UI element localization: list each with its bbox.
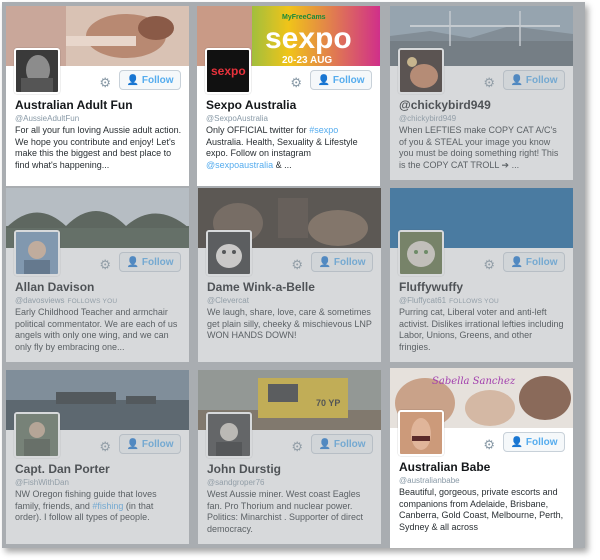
gear-icon[interactable]: ⚙ [99, 76, 111, 90]
avatar[interactable] [206, 230, 252, 276]
user-handle[interactable]: @FishWithDan [15, 478, 183, 487]
follow-button[interactable]: 👤 Follow [503, 252, 565, 272]
avatar-logo-text: sexpo [211, 64, 246, 78]
user-handle[interactable]: @davosviews FOLLOWS YOU [15, 296, 183, 305]
mention-link[interactable]: @sexpoaustralia [206, 160, 273, 170]
gear-icon[interactable]: ⚙ [291, 258, 303, 272]
user-name[interactable]: John Durstig [207, 462, 375, 476]
user-card: 70 YP ⚙ 👤 Follow John Durstig @sandgroper… [198, 370, 381, 544]
follow-button[interactable]: 👤 Follow [311, 434, 373, 454]
follow-button[interactable]: 👤 Follow [119, 70, 181, 90]
banner-title-text: sexpo [265, 22, 352, 55]
follow-button[interactable]: 👤 Follow [310, 70, 372, 90]
user-card: Sabella Sanchez ⚙ 👤 Follow Australian Bab… [390, 368, 573, 548]
user-card: ⚙ 👤 Follow Fluffywuffy @Fluffycat61 FOLLOW… [390, 188, 573, 362]
user-bio: Early Childhood Teacher and armchair pol… [15, 307, 178, 352]
hashtag-link[interactable]: #sexpo [309, 125, 338, 135]
add-person-icon: 👤 [510, 256, 523, 268]
follow-button[interactable]: 👤 Follow [311, 252, 373, 272]
add-person-icon: 👤 [126, 74, 139, 86]
user-name[interactable]: Capt. Dan Porter [15, 462, 183, 476]
user-card: ⚙ 👤 Follow @chickybird949 @chickybird949 … [390, 6, 573, 180]
add-person-icon: 👤 [126, 438, 139, 450]
user-bio: We laugh, share, love, care & sometimes … [207, 307, 372, 340]
user-name[interactable]: Australian Babe [399, 460, 567, 474]
hashtag-link[interactable]: #fishing [92, 501, 123, 511]
user-handle[interactable]: @SexpoAustralia [206, 114, 374, 123]
user-handle[interactable]: @Clevercat [207, 296, 375, 305]
follows-you-badge: FOLLOWS YOU [449, 298, 499, 305]
follow-suggestions-grid: ⚙ 👤 Follow Australian Adult Fun @AussieAd… [2, 2, 585, 548]
add-person-icon: 👤 [318, 438, 331, 450]
user-card: ⚙ 👤 Follow Dame Wink-a-Belle @Clevercat W… [198, 188, 381, 362]
user-card: MyFreeCams sexpo 20-23 AUG sexpo ⚙ 👤 Foll… [197, 6, 380, 186]
user-handle[interactable]: @chickybird949 [399, 114, 567, 123]
user-bio: For all your fun loving Aussie adult act… [15, 125, 182, 170]
add-person-icon: 👤 [510, 436, 523, 448]
user-handle[interactable]: @AussieAdultFun [15, 114, 183, 123]
user-name[interactable]: Dame Wink-a-Belle [207, 280, 375, 294]
user-name[interactable]: Australian Adult Fun [15, 98, 183, 112]
banner-script-text: Sabella Sanchez [432, 376, 516, 387]
user-card: ⚙ 👤 Follow Australian Adult Fun @AussieAd… [6, 6, 189, 186]
follow-button[interactable]: 👤 Follow [503, 432, 565, 452]
gear-icon[interactable]: ⚙ [99, 440, 111, 454]
add-person-icon: 👤 [318, 256, 331, 268]
user-name[interactable]: Sexpo Australia [206, 98, 374, 112]
avatar[interactable] [398, 48, 444, 94]
gear-icon[interactable]: ⚙ [483, 438, 495, 452]
user-name[interactable]: Fluffywuffy [399, 280, 567, 294]
user-card: ⚙ 👤 Follow Capt. Dan Porter @FishWithDan … [6, 370, 189, 544]
banner-logo-text: MyFreeCams [282, 14, 326, 21]
gear-icon[interactable]: ⚙ [483, 76, 495, 90]
user-card: ⚙ 👤 Follow Allan Davison @davosviews FOLLO… [6, 188, 189, 362]
gear-icon[interactable]: ⚙ [99, 258, 111, 272]
user-name[interactable]: Allan Davison [15, 280, 183, 294]
avatar[interactable] [398, 410, 444, 456]
avatar[interactable] [14, 230, 60, 276]
user-handle[interactable]: @australianbabe [399, 476, 567, 485]
user-bio: When LEFTIES make COPY CAT A/C's of you … [399, 125, 559, 170]
add-person-icon: 👤 [510, 74, 523, 86]
gear-icon[interactable]: ⚙ [483, 258, 495, 272]
avatar[interactable] [14, 48, 60, 94]
user-handle[interactable]: @sandgroper76 [207, 478, 375, 487]
banner-dates-text: 20-23 AUG [282, 55, 332, 66]
avatar[interactable] [14, 412, 60, 458]
user-name[interactable]: @chickybird949 [399, 98, 567, 112]
user-bio: Beautiful, gorgeous, private escorts and… [399, 487, 564, 532]
follow-button[interactable]: 👤 Follow [119, 252, 181, 272]
gear-icon[interactable]: ⚙ [291, 440, 303, 454]
add-person-icon: 👤 [317, 74, 330, 86]
follows-you-badge: FOLLOWS YOU [67, 298, 118, 305]
banner-truck-number: 70 YP [316, 398, 340, 408]
avatar[interactable] [398, 230, 444, 276]
user-bio: Purring cat, Liberal voter and anti-left… [399, 307, 564, 352]
user-handle[interactable]: @Fluffycat61 FOLLOWS YOU [399, 296, 567, 305]
user-bio: Only OFFICIAL twitter for #sexpo Austral… [206, 125, 358, 170]
user-bio: NW Oregon fishing guide that loves famil… [15, 489, 157, 522]
add-person-icon: 👤 [126, 256, 139, 268]
follow-button[interactable]: 👤 Follow [119, 434, 181, 454]
user-bio: West Aussie miner. West coast Eagles fan… [207, 489, 364, 534]
avatar[interactable] [206, 412, 252, 458]
follow-button[interactable]: 👤 Follow [503, 70, 565, 90]
avatar[interactable]: sexpo [205, 48, 251, 94]
gear-icon[interactable]: ⚙ [290, 76, 302, 90]
